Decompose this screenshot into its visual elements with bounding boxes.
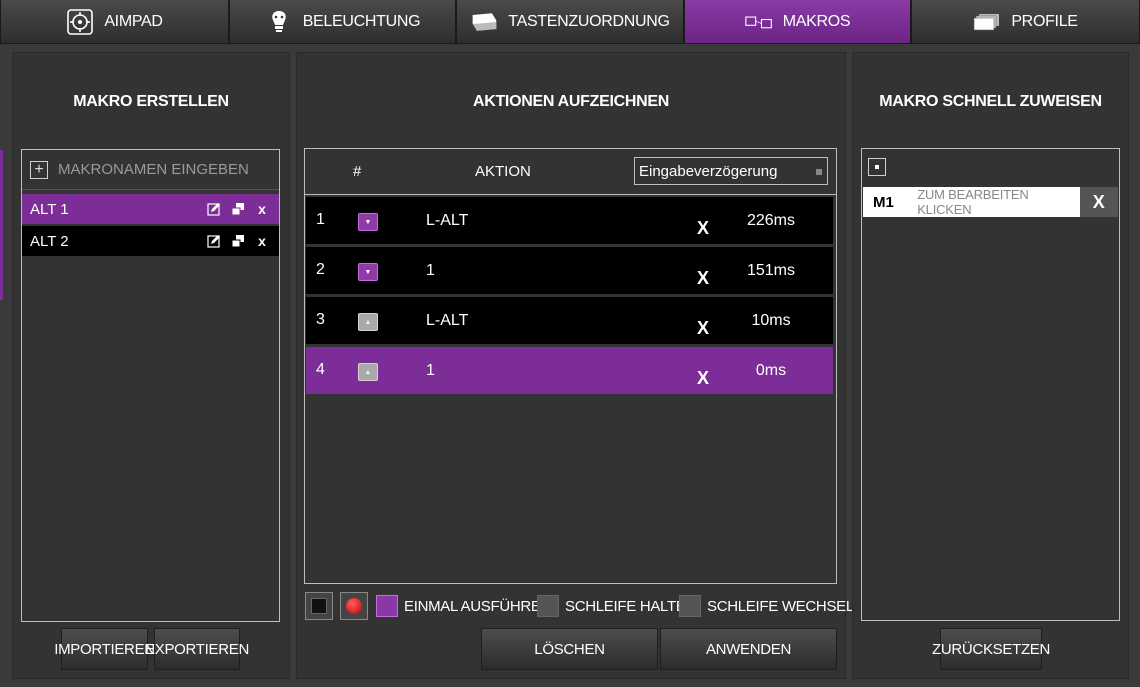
tab-profile[interactable]: PROFILE	[911, 0, 1140, 44]
export-button[interactable]: EXPORTIEREN	[145, 628, 249, 670]
key-down-icon: ▼	[358, 213, 378, 231]
remove-action-icon[interactable]: X	[697, 268, 709, 289]
tab-aimpad[interactable]: AIMPAD	[0, 0, 229, 44]
action-delay[interactable]: 10ms	[736, 312, 806, 330]
clear-assign-button[interactable]: X	[1079, 187, 1118, 217]
col-number-header: #	[353, 163, 362, 180]
delay-select-value: Eingabeverzögerung	[639, 162, 778, 180]
duplicate-icon[interactable]	[231, 202, 245, 216]
macro-label: ALT 2	[30, 232, 69, 250]
dropdown-icon	[816, 169, 822, 175]
tab-beleuchtung[interactable]: BELEUCHTUNG	[229, 0, 456, 44]
delete-macro-icon[interactable]: x	[255, 201, 269, 217]
action-key: L-ALT	[426, 212, 469, 229]
reset-button[interactable]: ZURÜCKSETZEN	[932, 628, 1050, 670]
action-row[interactable]: 4 ▲ 1 X 0ms	[306, 347, 833, 395]
edit-icon[interactable]	[207, 234, 221, 248]
left-edge-accent	[0, 150, 3, 300]
panel-title: MAKRO SCHNELL ZUWEISEN	[879, 93, 1102, 110]
remove-action-icon[interactable]: X	[697, 368, 709, 389]
key-up-icon: ▲	[358, 363, 378, 381]
action-key: 1	[426, 262, 435, 279]
action-row[interactable]: 2 ▼ 1 X 151ms	[306, 247, 833, 295]
edit-icon[interactable]	[207, 202, 221, 216]
key-up-icon: ▲	[358, 313, 378, 331]
tab-label: MAKROS	[782, 12, 851, 30]
action-row[interactable]: 3 ▲ L-ALT X 10ms	[306, 297, 833, 345]
tab-label: BELEUCHTUNG	[302, 12, 421, 30]
stop-icon	[311, 598, 327, 614]
play-once-label: EINMAL AUSFÜHREN	[404, 597, 552, 615]
tab-label: TASTENZUORDNUNG	[508, 12, 670, 30]
loop-hold-checkbox[interactable]	[537, 595, 559, 617]
lightbulb-icon	[265, 9, 293, 35]
tab-tastenzuordnung[interactable]: TASTENZUORDNUNG	[456, 0, 684, 44]
crosshair-icon	[66, 8, 94, 35]
remove-action-icon[interactable]: X	[697, 218, 709, 239]
duplicate-icon[interactable]	[231, 234, 245, 248]
loop-hold-option[interactable]: SCHLEIFE HALTEN	[537, 595, 696, 617]
loop-toggle-checkbox[interactable]	[679, 595, 701, 617]
action-delay[interactable]: 0ms	[736, 362, 806, 380]
action-number: 4	[316, 361, 325, 378]
tab-label: PROFILE	[1011, 12, 1078, 30]
macro-list-item[interactable]: ALT 1 x	[22, 194, 279, 224]
delete-macro-icon[interactable]: x	[255, 233, 269, 249]
loop-hold-label: SCHLEIFE HALTEN	[565, 597, 697, 615]
remove-action-icon[interactable]: X	[697, 318, 709, 339]
action-key: L-ALT	[426, 312, 469, 329]
loop-toggle-label: SCHLEIFE WECHSELN	[707, 597, 865, 615]
panel-title: MAKRO ERSTELLEN	[73, 93, 229, 110]
record-button[interactable]	[340, 592, 368, 620]
collapse-toggle[interactable]	[868, 158, 886, 176]
import-button[interactable]: IMPORTIEREN	[54, 628, 155, 670]
action-row[interactable]: 1 ▼ L-ALT X 226ms	[306, 197, 833, 245]
apply-button[interactable]: ANWENDEN	[660, 628, 837, 670]
plus-icon[interactable]: +	[30, 160, 48, 179]
action-number: 2	[316, 261, 325, 278]
loop-toggle-option[interactable]: SCHLEIFE WECHSELN	[679, 595, 865, 617]
assign-row[interactable]: M1 ZUM BEARBEITEN KLICKEN X	[863, 187, 1118, 217]
macro-label: ALT 1	[30, 200, 69, 218]
tab-makros[interactable]: MAKROS	[684, 0, 911, 44]
macro-name-placeholder: MAKRONAMEN EINGEBEN	[58, 161, 249, 178]
key-down-icon: ▼	[358, 263, 378, 281]
dot-icon	[875, 165, 879, 169]
action-key: 1	[426, 362, 435, 379]
macro-list-item[interactable]: ALT 2 x	[22, 226, 279, 256]
action-delay[interactable]: 151ms	[736, 262, 806, 280]
action-number: 1	[316, 211, 325, 228]
record-icon	[346, 598, 362, 614]
macro-icon	[745, 9, 773, 35]
delete-button[interactable]: LÖSCHEN	[481, 628, 658, 670]
col-action-header: AKTION	[475, 163, 531, 180]
assign-hint: ZUM BEARBEITEN KLICKEN	[917, 187, 1029, 217]
action-delay[interactable]: 226ms	[736, 212, 806, 230]
tab-label: AIMPAD	[104, 12, 163, 30]
header-divider	[305, 194, 836, 195]
action-number: 3	[316, 311, 325, 328]
play-once-checkbox[interactable]	[376, 595, 398, 617]
stop-button[interactable]	[305, 592, 333, 620]
keyboard-icon	[470, 9, 498, 35]
assign-key: M1	[873, 193, 894, 211]
play-once-option[interactable]: EINMAL AUSFÜHREN	[376, 595, 551, 617]
assign-list-box	[861, 148, 1120, 621]
top-tab-bar: AIMPAD BELEUCHTUNG TASTENZUORDNUNG MAKRO…	[0, 0, 1140, 44]
input-delay-select[interactable]: Eingabeverzögerung	[634, 157, 828, 185]
macro-name-input[interactable]: + MAKRONAMEN EINGEBEN	[22, 150, 279, 190]
panel-title: AKTIONEN AUFZEICHNEN	[472, 93, 670, 110]
profiles-icon	[973, 9, 1001, 35]
